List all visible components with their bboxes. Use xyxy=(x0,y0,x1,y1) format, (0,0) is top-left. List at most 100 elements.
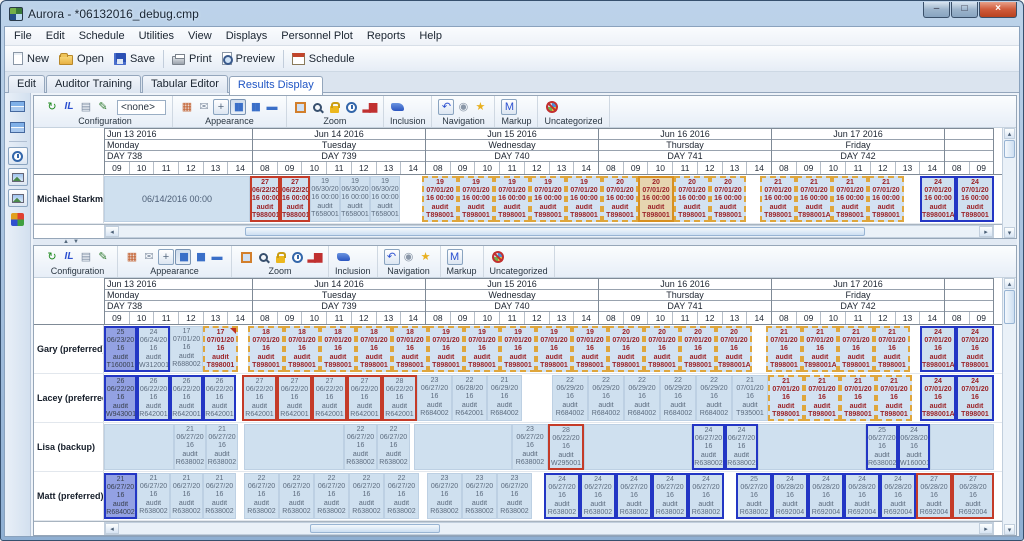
schedule-block[interactable] xyxy=(930,424,994,470)
schedule-block[interactable]: 06/14/2016 00:00 xyxy=(104,176,250,222)
menu-view[interactable]: View xyxy=(181,29,219,43)
toolbar-button-preview[interactable]: Preview xyxy=(217,50,280,67)
schedule-cell[interactable]: 2206/27/2016auditR638002 xyxy=(314,473,349,519)
schedule-cell[interactable]: 2706/28/2016auditR692004 xyxy=(916,473,952,519)
schedule-cell[interactable]: 2406/28/2016auditW160001 xyxy=(898,424,930,470)
maximize-button[interactable]: □ xyxy=(951,2,978,18)
schedule-cell[interactable]: 2106/29/2016auditR684002 xyxy=(487,375,522,421)
schedule-cell[interactable]: 2206/27/2016auditR638002 xyxy=(377,424,410,470)
schedule-cell[interactable]: 1907/01/2016auditT898001 xyxy=(428,326,464,372)
chart-icon[interactable]: ▂▆ xyxy=(306,249,322,265)
schedule-cell[interactable]: 2506/27/2016auditR638002 xyxy=(736,473,772,519)
schedule-cell[interactable]: 2406/28/2016auditR692004 xyxy=(772,473,808,519)
eye-icon[interactable]: ◉ xyxy=(401,249,417,265)
schedule-block[interactable] xyxy=(104,424,174,470)
close-button[interactable]: × xyxy=(979,2,1017,18)
schedule-block[interactable] xyxy=(758,424,866,470)
schedule-cell[interactable]: 2107/01/2016 00:00auditT898001A xyxy=(796,176,832,222)
schedule-cell[interactable]: 2407/01/2016auditT898001A xyxy=(920,375,956,421)
eye-icon[interactable]: ◉ xyxy=(455,99,471,115)
schedule-cell[interactable]: 1907/01/2016 00:00auditT898001 xyxy=(494,176,530,222)
schedule-cell[interactable]: 2007/01/2016auditT898001A xyxy=(716,326,752,372)
schedule-cell[interactable]: 2406/27/2016auditR638002 xyxy=(580,473,616,519)
schedule-cell[interactable]: 2206/27/2016auditR638002 xyxy=(384,473,419,519)
schedule-cell[interactable]: 2106/27/2016auditR638002 xyxy=(137,473,170,519)
schedule-cell[interactable]: 2406/27/2016auditR638002 xyxy=(544,473,580,519)
schedule-cell[interactable]: 2606/22/2016auditR642001 xyxy=(137,375,170,421)
schedule-cell[interactable]: 2007/01/2016 00:00auditT898001 xyxy=(674,176,710,222)
schedule-cell[interactable]: 2106/27/2016auditR638002 xyxy=(174,424,206,470)
split-view-icon[interactable] xyxy=(8,97,28,115)
schedule-cell[interactable]: 2306/27/2016auditR638002 xyxy=(427,473,462,519)
menu-file[interactable]: File xyxy=(7,29,39,43)
schedule-cell[interactable]: 2007/01/2016auditT898001 xyxy=(644,326,680,372)
split-view-icon-2[interactable] xyxy=(8,118,28,136)
mail-icon[interactable]: ✉ xyxy=(196,99,212,115)
scroll-right-icon[interactable]: ▸ xyxy=(979,226,993,237)
schedule-cell[interactable]: 2506/27/2016auditR638002 xyxy=(866,424,898,470)
menu-displays[interactable]: Displays xyxy=(219,29,275,43)
schedule-block[interactable] xyxy=(584,424,692,470)
schedule-cell[interactable]: 1907/01/2016 00:00auditT898001 xyxy=(422,176,458,222)
chart-icon[interactable]: ▂▆ xyxy=(361,99,377,115)
single-bar-icon[interactable]: ▬ xyxy=(209,249,225,265)
schedule-cell[interactable]: 2406/28/2016auditR692004 xyxy=(844,473,880,519)
mail-icon[interactable]: ✉ xyxy=(141,249,157,265)
menu-schedule[interactable]: Schedule xyxy=(72,29,132,43)
scroll-down-icon[interactable]: ▾ xyxy=(1004,524,1015,535)
schedule-cell[interactable]: 2206/27/2016auditR638002 xyxy=(279,473,314,519)
schedule-cell[interactable]: 2107/01/2016auditT898001A xyxy=(802,326,838,372)
nav-back-icon[interactable]: ↶ xyxy=(384,249,400,265)
toolbar-button-schedule[interactable]: Schedule xyxy=(287,51,360,67)
report-icon[interactable]: ▤ xyxy=(78,99,94,115)
menu-help[interactable]: Help xyxy=(412,29,449,43)
edit-pencil-icon[interactable]: ✎ xyxy=(95,99,111,115)
schedule-cell[interactable]: 2106/27/2016auditR638002 xyxy=(170,473,203,519)
schedule-cell[interactable]: 2606/22/2016auditR642001 xyxy=(203,375,236,421)
schedule-cell[interactable]: 2606/22/2016auditR642001 xyxy=(170,375,203,421)
schedule-cell[interactable]: 2407/01/2016 00:00auditT898001 xyxy=(956,176,994,222)
menu-utilities[interactable]: Utilities xyxy=(132,29,181,43)
schedule-cell[interactable]: 2107/01/2016auditT898001 xyxy=(838,326,874,372)
schedule-cell[interactable]: 2306/27/2016auditR638002 xyxy=(512,424,548,470)
vscroll-thumb[interactable] xyxy=(1004,140,1015,158)
schedule-cell[interactable]: 2406/27/2016auditR638002 xyxy=(652,473,688,519)
scroll-down-icon[interactable]: ▾ xyxy=(1004,227,1015,238)
schedule-cell[interactable]: 2206/27/2016auditR638002 xyxy=(244,473,279,519)
markup-icon[interactable]: M xyxy=(447,249,463,265)
schedule-cell[interactable]: 2706/22/2016auditR642001 xyxy=(312,375,347,421)
schedule-cell[interactable]: 2107/01/2016auditT935001 xyxy=(732,375,768,421)
edit-pencil-icon[interactable]: ✎ xyxy=(95,249,111,265)
menu-personnel-plot[interactable]: Personnel Plot xyxy=(274,29,360,43)
tab-auditor-training[interactable]: Auditor Training xyxy=(46,75,141,93)
schedule-cell[interactable]: 2506/23/2016auditT160001 xyxy=(104,326,137,372)
magnifier-icon[interactable] xyxy=(310,99,326,115)
clock-icon[interactable] xyxy=(289,249,305,265)
schedule-cell[interactable]: 2107/01/2016 00:00auditT898001 xyxy=(760,176,796,222)
toolbar-button-open[interactable]: Open xyxy=(54,51,109,67)
schedule-cell[interactable]: 2306/27/2016auditR638002 xyxy=(497,473,532,519)
schedule-cell[interactable]: 1707/01/2016auditT898001 xyxy=(203,326,238,372)
schedule-cell[interactable]: 2406/24/2016auditW312001 xyxy=(137,326,170,372)
scroll-up-icon[interactable]: ▴ xyxy=(1004,278,1015,289)
star-icon[interactable]: ★ xyxy=(472,99,488,115)
schedule-cell[interactable]: 2107/01/2016auditT898001 xyxy=(804,375,840,421)
split-toggle-icon[interactable]: + xyxy=(213,99,229,115)
bars-icon[interactable]: ▮▮ xyxy=(247,99,263,115)
schedule-cell[interactable]: 2706/22/2016 00:00auditT988001 xyxy=(280,176,310,222)
schedule-cell[interactable]: 2306/27/2016auditR638002 xyxy=(462,473,497,519)
hscroll-thumb[interactable] xyxy=(245,227,865,236)
clock-view-icon[interactable] xyxy=(8,147,28,165)
schedule-cell[interactable]: 1807/01/2016auditT898001 xyxy=(392,326,428,372)
grid-icon[interactable]: ▦ xyxy=(124,249,140,265)
schedule-cell[interactable]: 2107/01/2016auditT898001 xyxy=(766,326,802,372)
menu-reports[interactable]: Reports xyxy=(360,29,413,43)
schedule-cell[interactable]: 1906/30/2016 00:00auditT658001 xyxy=(340,176,370,222)
schedule-cell[interactable]: 2406/27/2016auditR638002 xyxy=(692,424,725,470)
schedule-cell[interactable]: 1907/01/2016 00:00auditT898001 xyxy=(530,176,566,222)
schedule-cell[interactable]: 2406/28/2016auditR692004 xyxy=(880,473,916,519)
schedule-cell[interactable]: 2206/29/2016auditR684002 xyxy=(552,375,588,421)
schedule-cell[interactable]: 1906/30/2016 00:00auditT658001 xyxy=(310,176,340,222)
schedule-cell[interactable]: 2107/01/2016auditT898001 xyxy=(840,375,876,421)
schedule-cell[interactable]: 2107/01/2016 00:00auditT898001 xyxy=(832,176,868,222)
